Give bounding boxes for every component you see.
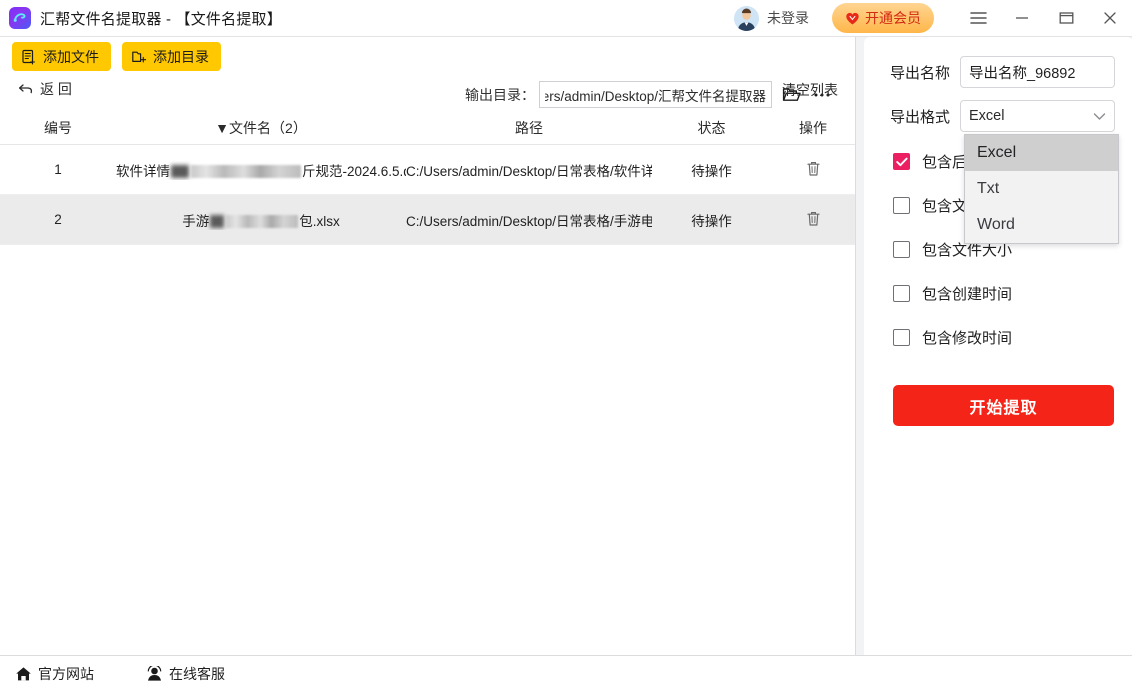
row-filename: 手游 包.xlsx [116,210,406,230]
back-button-label: 返 回 [40,81,72,97]
add-file-label: 添加文件 [43,48,99,65]
export-format-row: 导出格式 Excel [890,100,1116,132]
export-settings-panel: 导出名称 导出格式 Excel 包含后缀 [855,37,1132,669]
add-folder-label: 添加目录 [153,48,209,65]
checkbox-box [893,285,910,302]
maximize-button[interactable] [1044,0,1088,37]
official-website-link[interactable]: 官方网站 [15,664,94,684]
back-button[interactable]: 返 回 [18,79,72,99]
export-format-label: 导出格式 [890,108,951,126]
export-format-dropdown[interactable]: Excel Txt Word [964,134,1119,244]
row-action [771,210,855,230]
add-folder-button[interactable]: 添加目录 [122,42,221,71]
delete-row-button[interactable] [806,210,821,227]
official-website-label: 官方网站 [38,665,94,682]
export-settings-card: 导出名称 导出格式 Excel 包含后缀 [864,37,1132,669]
export-name-row: 导出名称 [890,56,1116,88]
app-logo-icon [9,7,31,29]
row-path: C:/Users/admin/Desktop/日常表格/手游电脑 [406,213,652,229]
check-icon [895,157,908,166]
avatar-icon [734,5,759,31]
table-header-row: 编号 ▼文件名（2） 路径 状态 操作 [0,111,855,145]
column-header-path: 路径 [515,119,543,136]
undo-arrow-icon [18,84,33,94]
row-filename-suffix: 包.xlsx [299,213,340,229]
redaction-block [191,165,301,179]
minimize-button[interactable] [1000,0,1044,37]
delete-row-button[interactable] [806,160,821,177]
export-name-label: 导出名称 [890,64,951,82]
file-table: 编号 ▼文件名（2） 路径 状态 操作 1 软件详情 斤规范-2024.6.5.d… [0,111,855,245]
export-format-select[interactable]: Excel [960,100,1116,132]
checkbox-label: 包含创建时间 [922,286,1013,303]
export-name-input[interactable] [960,56,1116,88]
checkbox-box [893,197,910,214]
row-path: C:/Users/admin/Desktop/日常表格/软件详情 [406,163,652,179]
chevron-down-icon [1093,112,1106,120]
app-logo-swoosh-icon [13,13,26,22]
close-icon [1104,12,1116,24]
checkbox-include-modifytime[interactable]: 包含修改时间 [893,327,1012,348]
table-row[interactable]: 1 软件详情 斤规范-2024.6.5.doc C:/Users/admin/De… [0,145,855,195]
checkbox-label: 包含修改时间 [922,330,1013,347]
add-file-icon [22,49,36,65]
window-title: 汇帮文件名提取器 - 【文件名提取】 [40,10,282,28]
column-header-status: 状态 [697,119,726,136]
hamburger-menu-icon [969,12,987,24]
clear-list-button[interactable]: 清空列表 [782,80,838,100]
redaction-block [210,215,225,229]
row-filename-prefix: 手游 [182,213,210,229]
user-login-status[interactable]: 未登录 [767,8,809,28]
vip-upgrade-label: 开通会员 [865,10,921,26]
status-bar: 官方网站 在线客服 [0,655,1132,691]
hamburger-menu-button[interactable] [956,0,1000,37]
close-button[interactable] [1088,0,1132,37]
home-icon [16,666,31,680]
title-bar: 汇帮文件名提取器 - 【文件名提取】 未登录 开通会员 [0,0,1132,37]
checkbox-box [893,241,910,258]
row-filename: 软件详情 斤规范-2024.6.5.doc [116,160,406,180]
title-bar-right: 未登录 开通会员 [734,0,1132,37]
secondary-toolbar: 返 回 清空列表 [0,79,855,107]
redaction-block [171,165,189,179]
trash-icon [806,211,820,226]
heart-shield-icon [846,12,859,24]
column-header-filename[interactable]: ▼文件名（2） [116,118,406,138]
dropdown-option-excel[interactable]: Excel [965,135,1118,171]
application-window: 汇帮文件名提取器 - 【文件名提取】 未登录 开通会员 添加文件 添加目录 输出… [0,0,1132,691]
row-filename-prefix: 软件详情 [116,163,170,179]
online-support-link[interactable]: 在线客服 [146,664,225,684]
file-list-pane: 添加文件 添加目录 输出目录： C:/Users/admin/Desktop/汇… [0,37,855,655]
dropdown-option-txt[interactable]: Txt [965,171,1118,207]
redaction-block [226,215,299,229]
row-filename-suffix: 斤规范-2024.6.5.doc [302,163,406,179]
row-status: 待操作 [691,163,732,179]
toolbar: 添加文件 添加目录 [0,37,855,75]
maximize-icon [1059,12,1073,24]
window-controls [956,0,1132,37]
row-status: 待操作 [691,213,732,229]
add-file-button[interactable]: 添加文件 [12,42,111,71]
column-header-index: 编号 [44,119,72,136]
column-header-action: 操作 [799,119,827,136]
headset-person-icon [147,665,162,681]
avatar[interactable] [734,5,759,31]
add-folder-icon [132,51,147,63]
checkbox-include-createtime[interactable]: 包含创建时间 [893,283,1012,304]
trash-icon [806,161,820,176]
checkbox-box [893,153,910,170]
checkbox-box [893,329,910,346]
row-index: 1 [54,162,62,177]
minimize-icon [1016,17,1028,19]
online-support-label: 在线客服 [169,665,225,682]
row-index: 2 [54,212,62,227]
start-extract-button[interactable]: 开始提取 [893,385,1114,426]
row-action [771,160,855,180]
dropdown-option-word[interactable]: Word [965,207,1118,243]
vip-upgrade-button[interactable]: 开通会员 [832,3,934,33]
export-format-value: Excel [969,108,1005,124]
table-row[interactable]: 2 手游 包.xlsx C:/Users/admin/Desktop/日常表格/手… [0,195,855,245]
